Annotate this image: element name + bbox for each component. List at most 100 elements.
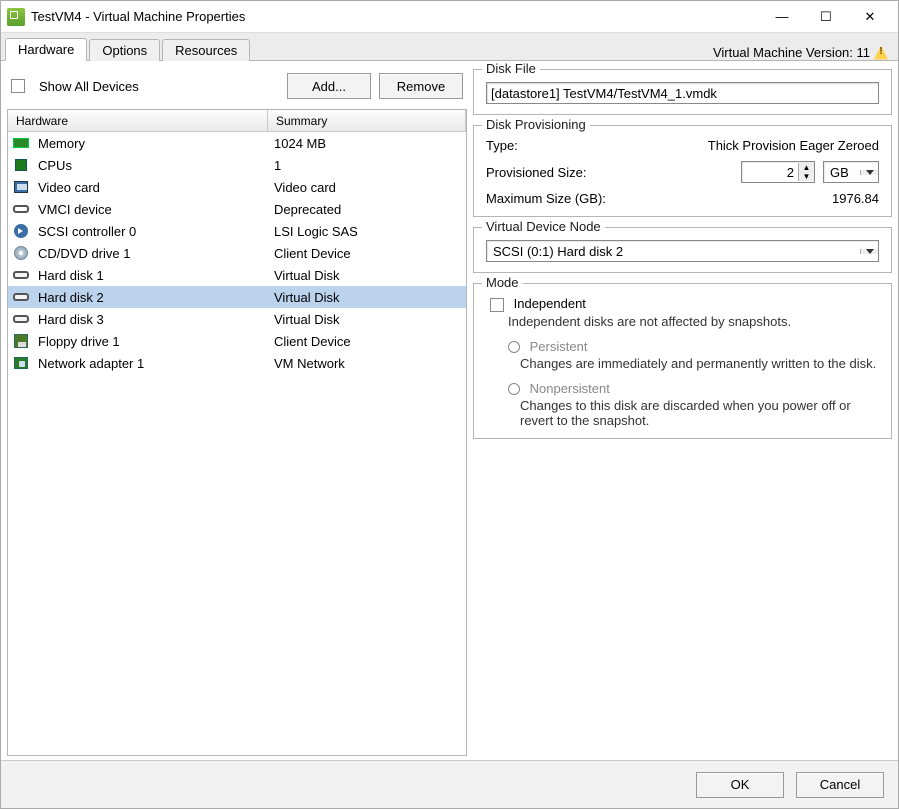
vm-version-area: Virtual Machine Version: 11: [713, 45, 894, 60]
prov-type-value: Thick Provision Eager Zeroed: [644, 138, 879, 153]
dialog-footer: OK Cancel: [1, 760, 898, 808]
device-summary: Video card: [268, 180, 466, 195]
persistent-desc: Changes are immediately and permanently …: [520, 356, 879, 371]
device-name: Network adapter 1: [36, 356, 268, 371]
tab-options[interactable]: Options: [89, 39, 160, 61]
independent-label: Independent: [514, 296, 586, 311]
maximize-button[interactable]: ☐: [804, 2, 848, 32]
device-name: VMCI device: [36, 202, 268, 217]
details-pane: Disk File [datastore1] TestVM4/TestVM4_1…: [473, 67, 892, 756]
cancel-button[interactable]: Cancel: [796, 772, 884, 798]
mode-group: Mode Independent Independent disks are n…: [473, 283, 892, 439]
hd-icon: [10, 310, 32, 328]
window-title: TestVM4 - Virtual Machine Properties: [31, 9, 760, 24]
mode-legend: Mode: [482, 275, 523, 290]
spin-up-icon[interactable]: ▲: [799, 163, 814, 172]
hardware-table-header: Hardware Summary: [8, 110, 466, 132]
body: Show All Devices Add... Remove Hardware …: [1, 61, 898, 760]
close-button[interactable]: ✕: [848, 2, 892, 32]
device-name: Hard disk 3: [36, 312, 268, 327]
fd-icon: [10, 332, 32, 350]
virtual-device-node-group: Virtual Device Node SCSI (0:1) Hard disk…: [473, 227, 892, 273]
disk-file-path[interactable]: [datastore1] TestVM4/TestVM4_1.vmdk: [486, 82, 879, 104]
independent-desc: Independent disks are not affected by sn…: [508, 314, 879, 329]
device-summary: Deprecated: [268, 202, 466, 217]
net-icon: [10, 354, 32, 372]
tab-strip: Hardware Options Resources Virtual Machi…: [1, 33, 898, 61]
hardware-pane: Show All Devices Add... Remove Hardware …: [7, 67, 467, 756]
col-hardware[interactable]: Hardware: [8, 110, 268, 131]
vm-properties-window: TestVM4 - Virtual Machine Properties — ☐…: [0, 0, 899, 809]
hd-icon: [10, 288, 32, 306]
disk-file-group: Disk File [datastore1] TestVM4/TestVM4_1…: [473, 69, 892, 115]
device-summary: Client Device: [268, 246, 466, 261]
nonpersistent-radio[interactable]: [508, 383, 520, 395]
table-row[interactable]: Floppy drive 1Client Device: [8, 330, 466, 352]
prov-max-label: Maximum Size (GB):: [486, 191, 656, 206]
disk-provisioning-group: Disk Provisioning Type: Thick Provision …: [473, 125, 892, 217]
cpu-icon: [10, 156, 32, 174]
device-summary: Client Device: [268, 334, 466, 349]
titlebar: TestVM4 - Virtual Machine Properties — ☐…: [1, 1, 898, 33]
persistent-radio[interactable]: [508, 341, 520, 353]
device-name: CD/DVD drive 1: [36, 246, 268, 261]
show-all-label: Show All Devices: [39, 79, 139, 94]
independent-checkbox[interactable]: [490, 298, 504, 312]
persistent-label: Persistent: [530, 339, 588, 354]
prov-size-spinner[interactable]: 2 ▲ ▼: [741, 161, 815, 183]
table-row[interactable]: Hard disk 2Virtual Disk: [8, 286, 466, 308]
device-name: Memory: [36, 136, 268, 151]
device-summary: Virtual Disk: [268, 268, 466, 283]
add-button[interactable]: Add...: [287, 73, 371, 99]
ok-button[interactable]: OK: [696, 772, 784, 798]
tab-resources[interactable]: Resources: [162, 39, 250, 61]
vm-version-label: Virtual Machine Version: 11: [713, 45, 870, 60]
prov-size-value: 2: [742, 165, 798, 180]
device-name: Hard disk 1: [36, 268, 268, 283]
remove-button[interactable]: Remove: [379, 73, 463, 99]
device-summary: LSI Logic SAS: [268, 224, 466, 239]
table-row[interactable]: Network adapter 1VM Network: [8, 352, 466, 374]
disk-provisioning-legend: Disk Provisioning: [482, 117, 590, 132]
show-all-checkbox[interactable]: [11, 79, 25, 93]
warning-icon: [874, 46, 888, 60]
prov-size-label: Provisioned Size:: [486, 165, 636, 180]
table-row[interactable]: Memory1024 MB: [8, 132, 466, 154]
device-name: Hard disk 2: [36, 290, 268, 305]
col-summary[interactable]: Summary: [268, 110, 466, 131]
table-row[interactable]: VMCI deviceDeprecated: [8, 198, 466, 220]
device-name: CPUs: [36, 158, 268, 173]
device-summary: 1: [268, 158, 466, 173]
table-row[interactable]: Hard disk 1Virtual Disk: [8, 264, 466, 286]
table-row[interactable]: Video cardVideo card: [8, 176, 466, 198]
prov-max-value: 1976.84: [664, 191, 879, 206]
disk-file-legend: Disk File: [482, 61, 540, 76]
table-row[interactable]: Hard disk 3Virtual Disk: [8, 308, 466, 330]
hardware-table-body: Memory1024 MBCPUs1Video cardVideo cardVM…: [8, 132, 466, 755]
prov-size-unit-combo[interactable]: GB: [823, 161, 879, 183]
device-name: Floppy drive 1: [36, 334, 268, 349]
scsi-icon: [10, 222, 32, 240]
hardware-controls: Show All Devices Add... Remove: [7, 67, 467, 109]
vid-icon: [10, 178, 32, 196]
minimize-button[interactable]: —: [760, 2, 804, 32]
prov-size-unit: GB: [824, 165, 860, 180]
vdn-value: SCSI (0:1) Hard disk 2: [487, 244, 860, 259]
table-row[interactable]: SCSI controller 0LSI Logic SAS: [8, 220, 466, 242]
vdn-combo[interactable]: SCSI (0:1) Hard disk 2: [486, 240, 879, 262]
spin-down-icon[interactable]: ▼: [799, 172, 814, 181]
vmci-icon: [10, 200, 32, 218]
vdn-legend: Virtual Device Node: [482, 219, 605, 234]
disk-file-path-text: [datastore1] TestVM4/TestVM4_1.vmdk: [491, 86, 717, 101]
prov-type-label: Type:: [486, 138, 636, 153]
table-row[interactable]: CD/DVD drive 1Client Device: [8, 242, 466, 264]
table-row[interactable]: CPUs1: [8, 154, 466, 176]
device-summary: Virtual Disk: [268, 312, 466, 327]
device-name: SCSI controller 0: [36, 224, 268, 239]
device-summary: VM Network: [268, 356, 466, 371]
tab-hardware[interactable]: Hardware: [5, 38, 87, 61]
chevron-down-icon: [860, 249, 878, 254]
device-summary: 1024 MB: [268, 136, 466, 151]
mem-icon: [10, 134, 32, 152]
nonpersistent-desc: Changes to this disk are discarded when …: [520, 398, 879, 428]
